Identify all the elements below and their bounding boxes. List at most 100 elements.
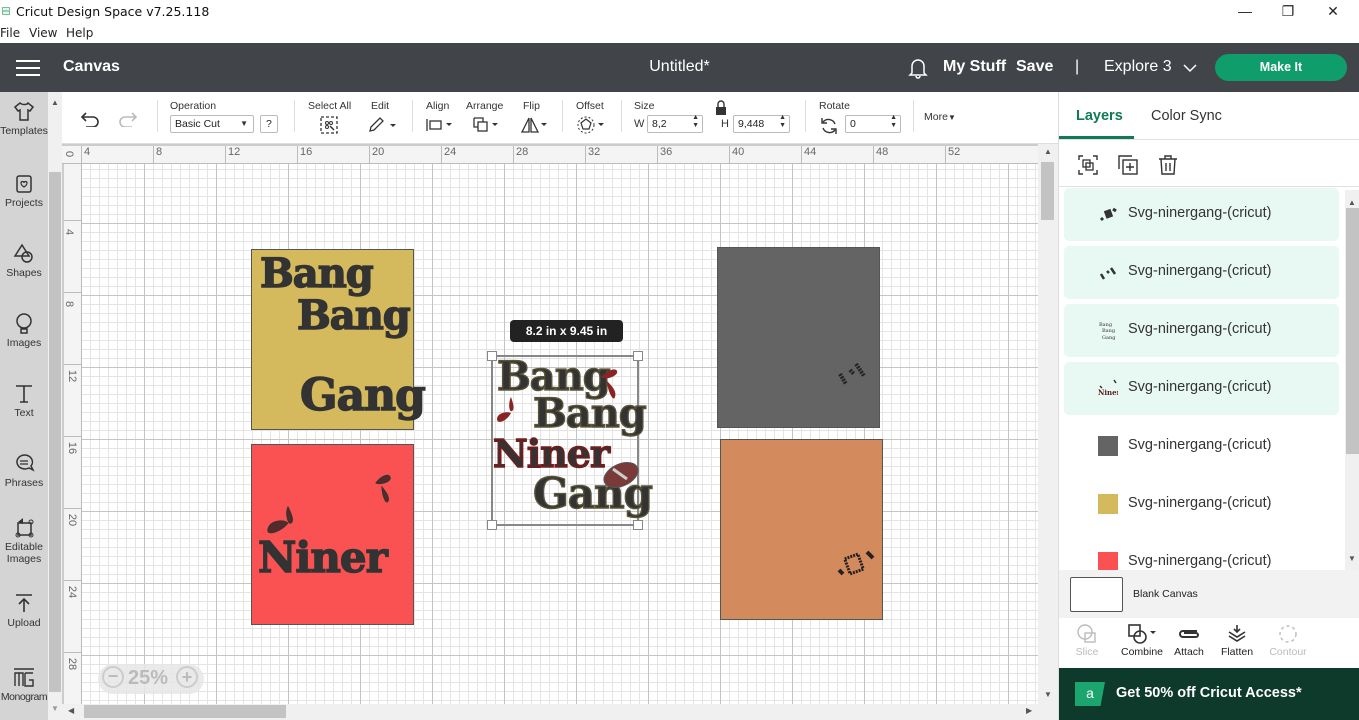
lock-icon[interactable] [714, 100, 728, 116]
save-button[interactable]: Save [1016, 58, 1053, 76]
width-input[interactable]: 8,2 ▲ ▼ [647, 114, 703, 133]
blank-canvas-row[interactable]: Blank Canvas [1059, 570, 1359, 618]
sidebar-item-templates[interactable]: Templates [0, 100, 48, 137]
machine-selector[interactable]: Explore 3 [1104, 58, 1172, 76]
bell-icon[interactable] [908, 57, 928, 79]
flatten-button[interactable]: Flatten [1213, 624, 1261, 658]
layer-item[interactable]: Svg-ninergang-(cricut) [1064, 246, 1339, 299]
sidebar-item-shapes[interactable]: Shapes [0, 242, 48, 279]
sidebar-item-phrases[interactable]: Phrases [0, 452, 48, 489]
scroll-left-arrow-icon[interactable]: ◀ [68, 706, 74, 715]
tab-layers[interactable]: Layers [1076, 108, 1123, 124]
zoom-out-button[interactable]: − [102, 666, 124, 688]
rotate-input[interactable]: 0 ▲ ▼ [845, 114, 901, 133]
chevron-down-icon[interactable] [1183, 64, 1197, 73]
monogram-icon [14, 668, 34, 687]
attach-button[interactable]: Attach [1165, 624, 1213, 658]
scrollbar-thumb[interactable] [1346, 208, 1359, 454]
scrollbar-thumb[interactable] [49, 172, 61, 692]
scroll-up-arrow-icon[interactable]: ▲ [1348, 198, 1356, 207]
rotate-icon[interactable] [820, 117, 838, 135]
layer-item[interactable]: Bang Bang Gang Svg-ninergang-(cricut) [1064, 304, 1339, 357]
operation-dropdown[interactable]: Basic Cut ▼ [170, 115, 254, 133]
scrollbar-thumb[interactable] [84, 705, 286, 718]
height-stepper-icon[interactable]: ▲ ▼ [779, 114, 786, 130]
scroll-down-arrow-icon[interactable]: ▼ [1044, 690, 1052, 699]
scrollbar-thumb[interactable] [1041, 162, 1054, 220]
ruler-tick-label: 16 [66, 441, 79, 455]
sidebar-item-images[interactable]: Images [0, 312, 48, 349]
gold-layer-object[interactable]: Bang Bang Gang [251, 249, 427, 430]
shapes-icon [13, 243, 33, 263]
sidebar-item-text[interactable]: Text [0, 382, 48, 419]
layer-item[interactable]: Niner Svg-ninergang-(cricut) [1064, 362, 1339, 415]
edit-pencil-icon[interactable] [367, 116, 397, 134]
resize-handle-bottom-right[interactable] [633, 520, 643, 530]
combine-button[interactable]: Combine [1112, 624, 1172, 658]
rotate-stepper-icon[interactable]: ▲ ▼ [890, 114, 897, 130]
redo-icon[interactable] [118, 111, 138, 127]
flip-icon[interactable] [520, 117, 548, 133]
scroll-right-arrow-icon[interactable]: ▶ [1026, 706, 1032, 715]
ruler-tick-label: 48 [876, 146, 889, 158]
grey-layer-object[interactable] [717, 247, 880, 428]
minimize-button[interactable]: — [1232, 3, 1258, 21]
group-icon[interactable] [1078, 155, 1098, 175]
laces-thumb-icon [1099, 267, 1117, 280]
width-stepper-icon[interactable]: ▲ ▼ [692, 114, 699, 130]
canvas-horizontal-scrollbar[interactable]: ◀ ▶ [62, 704, 1058, 720]
contour-button[interactable]: Contour [1264, 624, 1312, 658]
combine-icon [1128, 624, 1156, 644]
my-stuff-link[interactable]: My Stuff [943, 58, 1006, 76]
cricut-access-promo-banner[interactable]: a Get 50% off Cricut Access* [1059, 668, 1359, 720]
close-button[interactable]: ✕ [1320, 3, 1346, 21]
tab-color-sync[interactable]: Color Sync [1151, 108, 1222, 124]
hamburger-menu-icon[interactable] [16, 60, 40, 76]
blank-canvas-swatch[interactable] [1070, 577, 1123, 612]
scroll-down-arrow-icon[interactable]: ▼ [51, 704, 59, 713]
operation-help-button[interactable]: ? [260, 115, 278, 133]
canvas-vertical-scrollbar[interactable]: ▲ ▼ [1038, 144, 1058, 704]
height-input[interactable]: 9,448 ▲ ▼ [733, 114, 790, 133]
zoom-in-button[interactable]: + [176, 666, 198, 688]
sidebar-item-editable-images[interactable]: Editable Images [0, 516, 48, 565]
align-icon[interactable] [426, 118, 454, 132]
football-icon [837, 550, 875, 576]
red-layer-object[interactable]: Niner [251, 444, 414, 625]
flatten-icon [1228, 625, 1246, 642]
layers-scrollbar[interactable]: ▲ ▼ [1345, 190, 1359, 570]
design-canvas[interactable]: Bang Bang Gang Niner 8.2 in x 9.45 in Ba… [82, 164, 1038, 704]
orange-layer-object[interactable] [720, 439, 883, 620]
menu-help[interactable]: Help [66, 26, 93, 40]
selected-design-object[interactable]: Bang Bang Niner Gang [487, 351, 654, 530]
scroll-up-arrow-icon[interactable]: ▲ [1044, 147, 1052, 156]
sidebar-item-upload[interactable]: Upload [0, 592, 48, 629]
slice-button[interactable]: Slice [1063, 624, 1111, 658]
scroll-up-arrow-icon[interactable]: ▲ [51, 98, 59, 107]
ruler-tick-label: 28 [66, 657, 79, 671]
select-all-icon[interactable] [320, 116, 338, 134]
more-menu-button[interactable]: More▼ [924, 111, 956, 123]
arrange-icon[interactable] [473, 117, 501, 133]
delete-trash-icon[interactable] [1158, 155, 1178, 175]
resize-handle-bottom-left[interactable] [487, 520, 497, 530]
menu-view[interactable]: View [29, 26, 57, 40]
make-it-button[interactable]: Make It [1215, 54, 1347, 81]
scroll-down-arrow-icon[interactable]: ▼ [1348, 554, 1356, 563]
offset-icon[interactable] [577, 116, 607, 134]
layer-item[interactable]: Svg-ninergang-(cricut) [1064, 536, 1339, 570]
sidebar-item-projects[interactable]: Projects [0, 172, 48, 209]
layer-item[interactable]: Svg-ninergang-(cricut) [1064, 420, 1339, 473]
restore-button[interactable]: ❐ [1275, 3, 1301, 21]
sidebar-item-monogram[interactable]: Monogram [0, 666, 48, 703]
menu-file[interactable]: File [0, 26, 20, 40]
layer-item[interactable]: Svg-ninergang-(cricut) [1064, 478, 1339, 531]
resize-handle-top-left[interactable] [487, 351, 497, 361]
undo-icon[interactable] [80, 111, 100, 127]
duplicate-icon[interactable] [1118, 155, 1138, 175]
resize-handle-top-right[interactable] [633, 351, 643, 361]
football-and-droplets-icon [497, 369, 639, 489]
left-sidebar-scrollbar[interactable]: ▲ ▼ [48, 92, 62, 720]
layer-item[interactable]: Svg-ninergang-(cricut) [1064, 188, 1339, 241]
ruler-tick-label: 4 [63, 228, 76, 236]
